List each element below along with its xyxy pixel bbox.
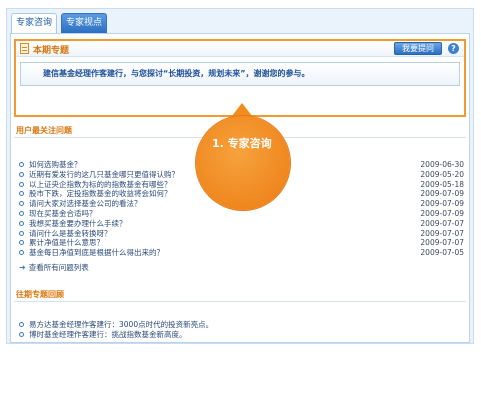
bullet-icon bbox=[19, 162, 24, 167]
question-date: 2009-07-05 bbox=[420, 248, 464, 258]
view-all-label: 查看所有问题列表 bbox=[28, 263, 89, 272]
bullet-icon bbox=[19, 191, 24, 197]
help-icon[interactable]: ? bbox=[448, 43, 459, 54]
question-link[interactable]: 现在买基金合适吗？ bbox=[29, 209, 97, 219]
bullet-icon bbox=[19, 171, 24, 177]
question-date: 2009-07-07 bbox=[420, 228, 464, 238]
question-date: 2009-07-09 bbox=[420, 199, 464, 209]
bullet-icon bbox=[19, 230, 24, 236]
question-link[interactable]: 近期有爱发行的这几只基金哪只更值得认购？ bbox=[29, 170, 179, 180]
arrow-right-icon: ➜ bbox=[19, 263, 26, 272]
past-topics-list: 易方达基金经理作客建行：3000点时代的投资新亮点。 博时基金经理作客建行：挑战… bbox=[19, 320, 459, 340]
bullet-icon bbox=[19, 322, 24, 327]
callout-badge: 1. 专家咨询 bbox=[196, 116, 290, 210]
question-link[interactable]: 基金每日净值到底是根据什么得出来的？ bbox=[29, 248, 164, 258]
list-item[interactable]: 博时基金经理作客建行：挑战指数基金新高度。 bbox=[19, 330, 459, 340]
question-link[interactable]: 如何选购基金？ bbox=[29, 160, 82, 170]
question-date: 2009-05-18 bbox=[420, 179, 464, 189]
list-item[interactable]: 请问什么是基金转换呀？ 2009-07-07 bbox=[19, 229, 464, 239]
past-topics-heading: 往期专题回顾 bbox=[14, 288, 466, 302]
bullet-icon bbox=[19, 250, 24, 256]
question-link[interactable]: 以上证央企指数为标的的指数基金有哪些？ bbox=[29, 180, 172, 190]
question-date: 2009-07-07 bbox=[420, 238, 464, 248]
bullet-icon bbox=[19, 210, 24, 216]
bullet-icon bbox=[19, 332, 24, 337]
bullet-icon bbox=[19, 240, 24, 246]
document-icon bbox=[20, 43, 29, 54]
past-topic-link[interactable]: 博时基金经理作客建行：挑战指数基金新高度。 bbox=[29, 330, 187, 340]
question-date: 2009-07-09 bbox=[420, 208, 464, 218]
list-item[interactable]: 易方达基金经理作客建行：3000点时代的投资新亮点。 bbox=[19, 320, 459, 330]
question-date: 2009-07-09 bbox=[420, 189, 464, 199]
question-date: 2009-07-07 bbox=[420, 218, 464, 228]
bullet-icon bbox=[19, 181, 24, 187]
question-date: 2009-06-30 bbox=[420, 160, 464, 169]
question-link[interactable]: 累计净值是什么意思？ bbox=[29, 238, 104, 248]
question-link[interactable]: 股市下跌，定投指数基金的收益将会如何？ bbox=[29, 189, 172, 199]
list-item[interactable]: 现在买基金合适吗？ 2009-07-09 bbox=[19, 209, 464, 219]
topic-title: 本期专题 bbox=[33, 46, 70, 56]
topic-header: 本期专题 我要提问 ? bbox=[16, 41, 464, 57]
view-all-questions-link[interactable]: ➜ 查看所有问题列表 bbox=[19, 262, 89, 273]
bullet-icon bbox=[19, 220, 24, 226]
question-link[interactable]: 我想买基金要办理什么手续？ bbox=[29, 219, 127, 229]
topic-banner[interactable]: 建信基金经理作客建行，与您探讨“长期投资，规划未来”，谢谢您的参与。 bbox=[20, 62, 460, 86]
list-item[interactable]: 累计净值是什么意思？ 2009-07-07 bbox=[19, 238, 464, 248]
bullet-icon bbox=[19, 201, 24, 207]
past-topic-link[interactable]: 易方达基金经理作客建行：3000点时代的投资新亮点。 bbox=[29, 320, 213, 330]
question-date: 2009-05-20 bbox=[420, 169, 464, 179]
tab-expert-consult[interactable]: 专家咨询 bbox=[11, 13, 57, 34]
question-link[interactable]: 请问大家对选择基金公司的看法？ bbox=[29, 199, 142, 209]
list-item[interactable]: 基金每日净值到底是根据什么得出来的？ 2009-07-05 bbox=[19, 248, 464, 258]
question-link[interactable]: 请问什么是基金转换呀？ bbox=[29, 229, 112, 239]
tab-expert-view[interactable]: 专家视点 bbox=[61, 13, 107, 33]
ask-question-button[interactable]: 我要提问 bbox=[394, 42, 442, 55]
list-item[interactable]: 我想买基金要办理什么手续？ 2009-07-07 bbox=[19, 219, 464, 229]
